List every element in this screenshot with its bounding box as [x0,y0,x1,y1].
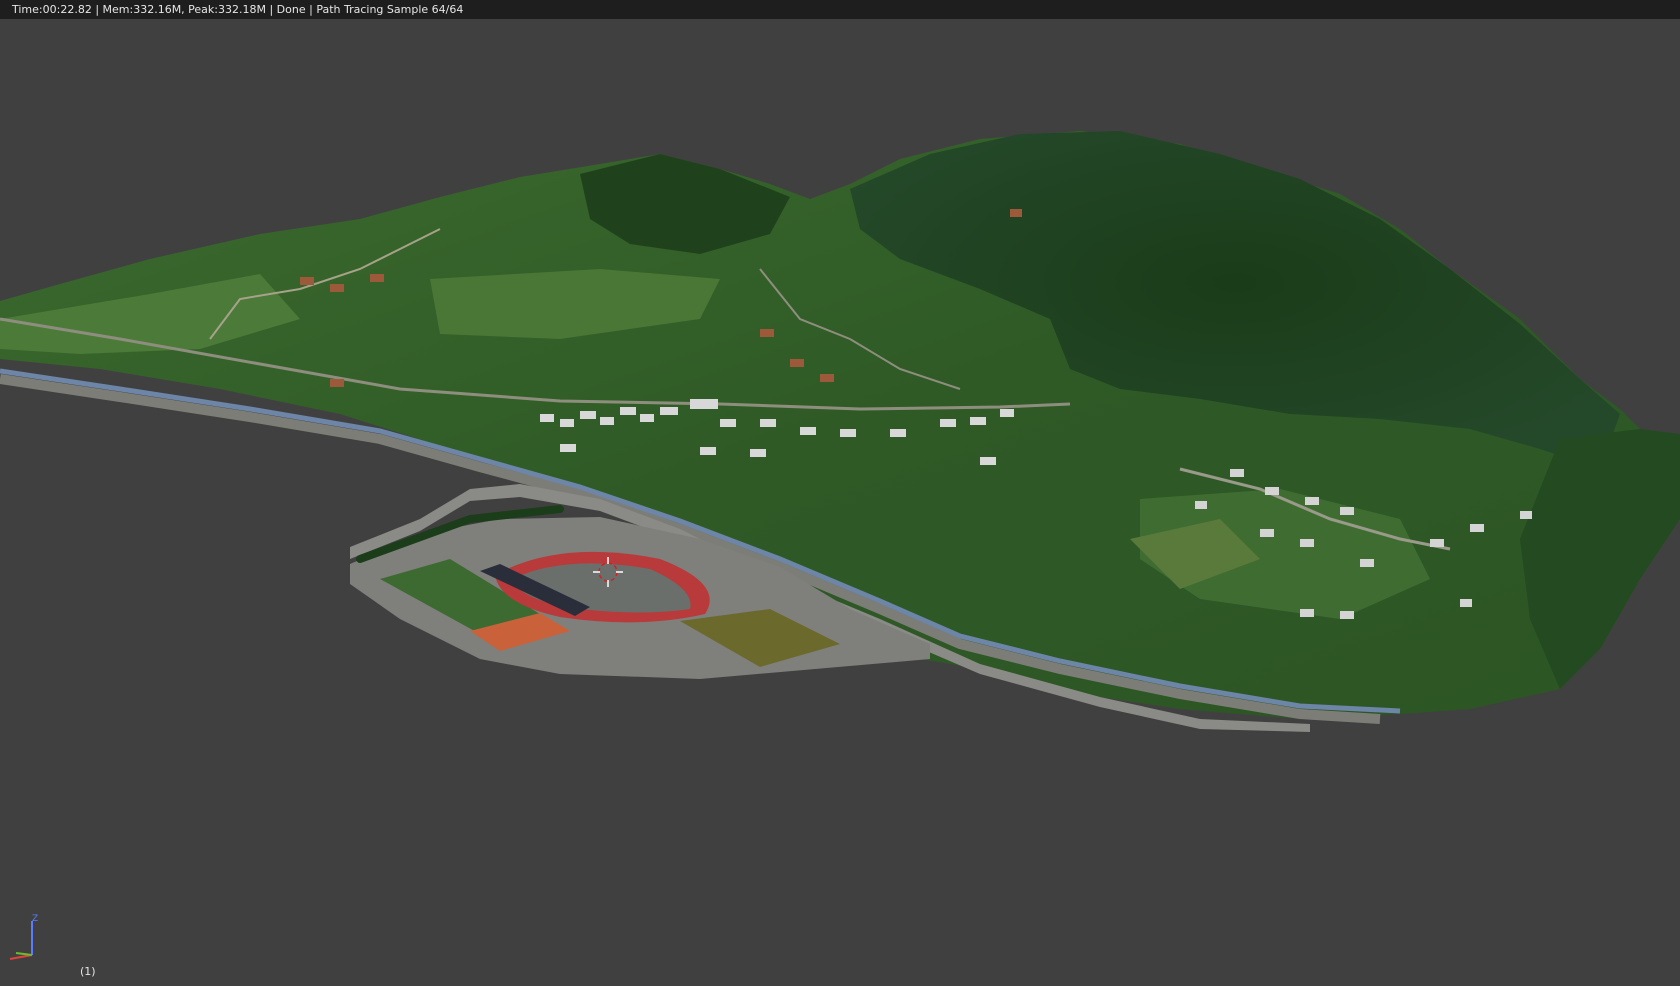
render-status-text: Time:00:22.82 | Mem:332.16M, Peak:332.18… [12,3,464,16]
frame-number-label: (1) [80,965,96,978]
3d-viewport[interactable] [0,19,1680,986]
axis-z-label: Z [32,914,39,924]
rendered-scene [0,131,1680,732]
render-status-bar: Time:00:22.82 | Mem:332.16M, Peak:332.18… [0,0,1680,19]
